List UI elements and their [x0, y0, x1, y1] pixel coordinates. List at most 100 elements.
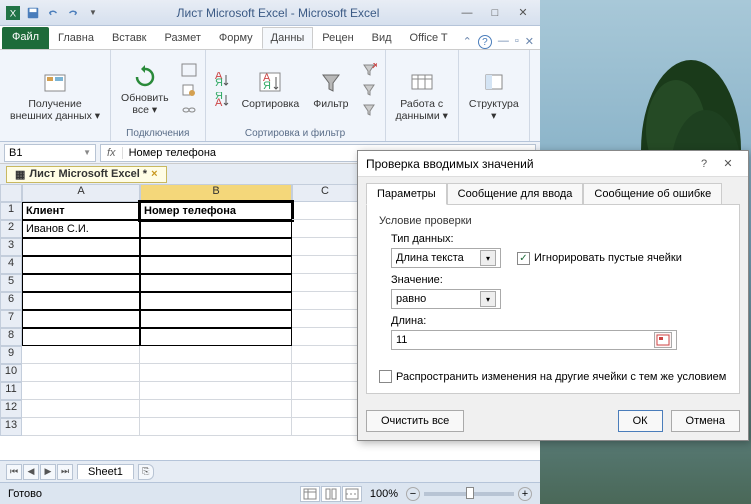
cell[interactable]: [22, 418, 140, 436]
cell[interactable]: [140, 328, 292, 346]
zoom-out-button[interactable]: −: [406, 487, 420, 501]
tab-data[interactable]: Данны: [262, 27, 314, 49]
cell[interactable]: [292, 418, 358, 436]
dialog-tab-input-message[interactable]: Сообщение для ввода: [447, 183, 584, 205]
sheet-nav-first-icon[interactable]: ⏮: [6, 464, 22, 480]
mdi-close-icon[interactable]: ✕: [525, 35, 534, 49]
qat-dropdown-icon[interactable]: ▼: [84, 4, 102, 22]
cell[interactable]: [140, 346, 292, 364]
properties-icon[interactable]: [179, 81, 199, 99]
cell[interactable]: [292, 274, 358, 292]
fx-icon[interactable]: fx: [101, 147, 123, 159]
cell[interactable]: [292, 310, 358, 328]
sheet-tab[interactable]: Sheet1: [77, 464, 134, 479]
cell[interactable]: [292, 400, 358, 418]
undo-icon[interactable]: [44, 4, 62, 22]
row-header[interactable]: 13: [0, 418, 22, 436]
minimize-button[interactable]: —: [454, 5, 480, 21]
cell[interactable]: [22, 382, 140, 400]
cell[interactable]: [140, 418, 292, 436]
zoom-slider[interactable]: [424, 492, 514, 496]
cell[interactable]: [292, 256, 358, 274]
row-header[interactable]: 11: [0, 382, 22, 400]
zoom-in-button[interactable]: +: [518, 487, 532, 501]
cell[interactable]: [22, 256, 140, 274]
cell[interactable]: [22, 400, 140, 418]
select-all-corner[interactable]: [0, 184, 22, 202]
cell[interactable]: [22, 346, 140, 364]
row-header[interactable]: 9: [0, 346, 22, 364]
col-header[interactable]: A: [22, 184, 140, 202]
apply-changes-checkbox[interactable]: Распространить изменения на другие ячейк…: [379, 370, 727, 383]
ignore-blank-checkbox[interactable]: ✓ Игнорировать пустые ячейки: [517, 252, 682, 265]
dialog-close-button[interactable]: ✕: [716, 154, 740, 174]
tab-view[interactable]: Вид: [363, 27, 401, 49]
mdi-restore-icon[interactable]: ▫: [515, 35, 519, 49]
dropdown-icon[interactable]: ▾: [480, 250, 496, 266]
sort-button[interactable]: АЯ Сортировка: [238, 67, 304, 113]
row-header[interactable]: 1: [0, 202, 22, 220]
data-tools-button[interactable]: Работа с данными ▾: [392, 67, 452, 124]
cell[interactable]: [292, 292, 358, 310]
outline-button[interactable]: Структура ▾: [465, 67, 523, 124]
tab-insert[interactable]: Вставк: [103, 27, 156, 49]
row-header[interactable]: 8: [0, 328, 22, 346]
cell[interactable]: [292, 346, 358, 364]
close-workbook-icon[interactable]: ×: [151, 168, 157, 180]
tab-layout[interactable]: Размет: [156, 27, 210, 49]
new-sheet-icon[interactable]: ⎘: [138, 464, 154, 480]
workbook-tab[interactable]: ▦ Лист Microsoft Excel * ×: [6, 166, 167, 183]
col-header[interactable]: C: [292, 184, 358, 202]
ok-button[interactable]: ОК: [618, 410, 663, 432]
tab-office[interactable]: Office T: [401, 27, 457, 49]
cell[interactable]: [140, 274, 292, 292]
sheet-nav-last-icon[interactable]: ⏭: [57, 464, 73, 480]
ribbon-minimize-icon[interactable]: ⌃: [463, 35, 472, 49]
dialog-tab-settings[interactable]: Параметры: [366, 183, 447, 205]
cancel-button[interactable]: Отмена: [671, 410, 740, 432]
view-page-layout-icon[interactable]: [321, 486, 341, 502]
sheet-nav-next-icon[interactable]: ▶: [40, 464, 56, 480]
cell[interactable]: [22, 274, 140, 292]
cell[interactable]: [292, 202, 358, 220]
row-header[interactable]: 10: [0, 364, 22, 382]
redo-icon[interactable]: [64, 4, 82, 22]
tab-review[interactable]: Рецен: [313, 27, 362, 49]
cell[interactable]: [140, 238, 292, 256]
connections-icon[interactable]: [179, 61, 199, 79]
row-header[interactable]: 3: [0, 238, 22, 256]
cell[interactable]: [292, 328, 358, 346]
cell[interactable]: [22, 364, 140, 382]
formula-input[interactable]: Номер телефона: [123, 147, 222, 159]
tab-home[interactable]: Главна: [49, 27, 103, 49]
type-combobox[interactable]: Длина текста ▾: [391, 248, 501, 268]
cell[interactable]: [140, 256, 292, 274]
row-header[interactable]: 12: [0, 400, 22, 418]
view-page-break-icon[interactable]: [342, 486, 362, 502]
help-icon[interactable]: ?: [478, 35, 492, 49]
refresh-all-button[interactable]: Обновить все ▾: [117, 61, 173, 118]
cell[interactable]: [22, 328, 140, 346]
dialog-help-button[interactable]: ?: [692, 154, 716, 174]
reapply-icon[interactable]: [359, 81, 379, 99]
view-normal-icon[interactable]: [300, 486, 320, 502]
close-button[interactable]: ✕: [510, 5, 536, 21]
cell[interactable]: [140, 292, 292, 310]
name-box[interactable]: B1 ▼: [4, 144, 96, 162]
cell[interactable]: [292, 364, 358, 382]
cell[interactable]: Клиент: [22, 202, 140, 220]
dropdown-icon[interactable]: ▾: [480, 291, 496, 307]
value-combobox[interactable]: равно ▾: [391, 289, 501, 309]
cell[interactable]: [140, 400, 292, 418]
cell[interactable]: [292, 238, 358, 256]
cell[interactable]: [140, 382, 292, 400]
clear-filter-icon[interactable]: ✕: [359, 61, 379, 79]
cell[interactable]: Иванов С.И.: [22, 220, 140, 238]
dialog-tab-error-alert[interactable]: Сообщение об ошибке: [583, 183, 722, 205]
filter-button[interactable]: Фильтр: [309, 67, 352, 113]
sort-za-icon[interactable]: ЯА: [212, 91, 232, 109]
cell[interactable]: [140, 220, 292, 238]
col-header[interactable]: B: [140, 184, 292, 202]
file-tab[interactable]: Файл: [2, 27, 49, 49]
length-input[interactable]: 11: [391, 330, 677, 350]
